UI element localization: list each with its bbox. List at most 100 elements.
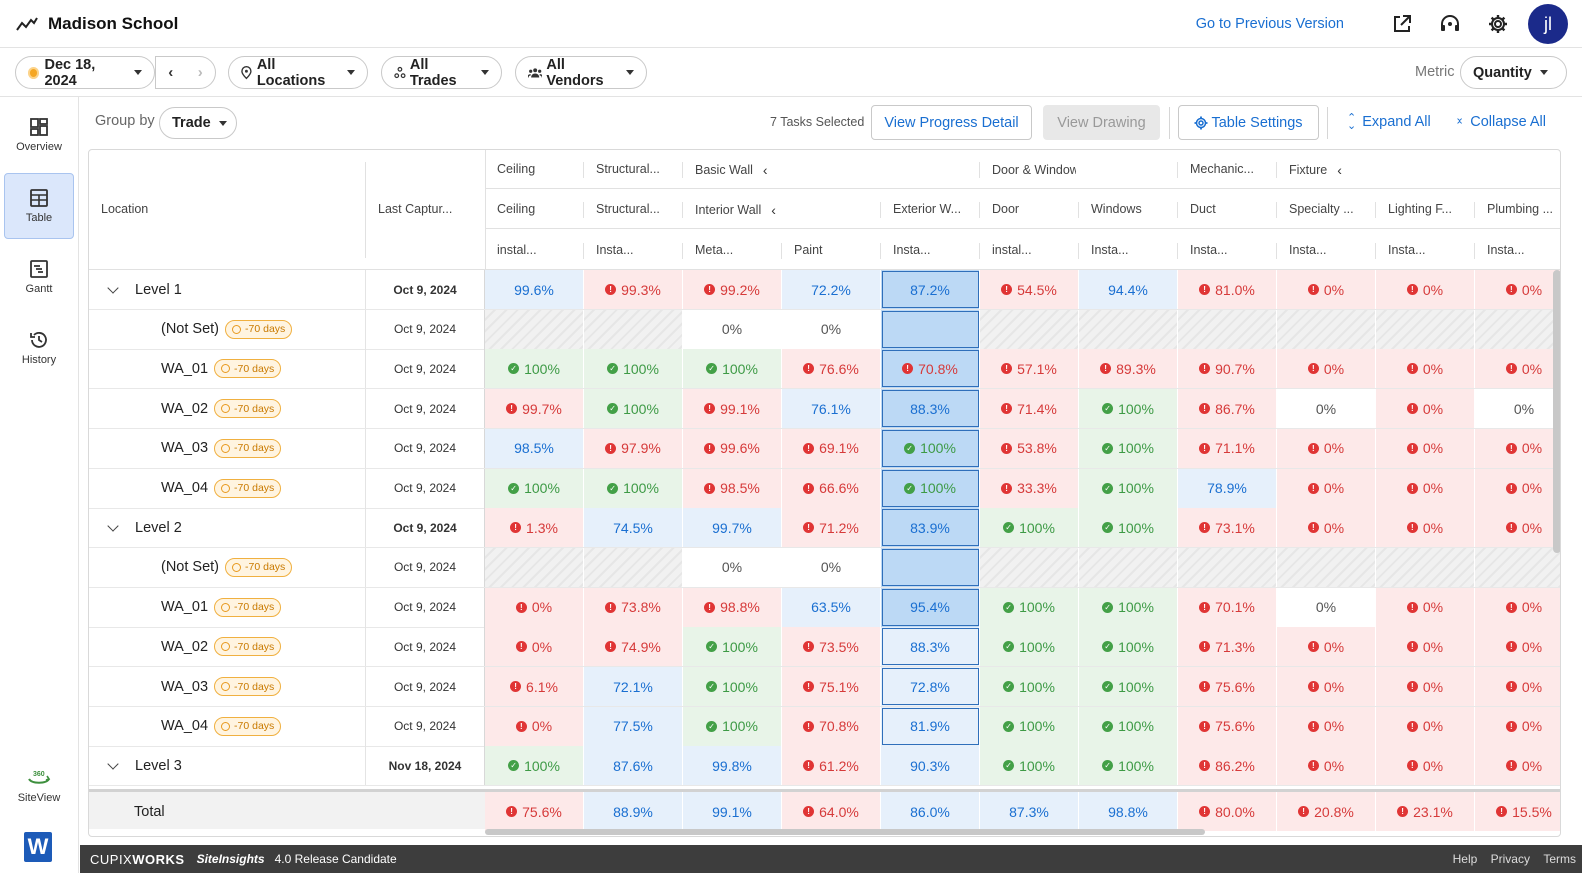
progress-cell[interactable]: ✓ 100% bbox=[980, 667, 1079, 706]
progress-cell[interactable]: 81.9% bbox=[881, 706, 980, 746]
progress-cell[interactable]: ! 0% bbox=[1475, 587, 1560, 627]
progress-cell[interactable]: ! 0% bbox=[1475, 627, 1560, 667]
progress-cell[interactable]: ! 81.0% bbox=[1178, 270, 1277, 309]
progress-cell[interactable]: ✓ 100% bbox=[1079, 667, 1178, 706]
progress-cell[interactable]: 0% bbox=[1277, 389, 1376, 429]
progress-cell[interactable]: ! 0% bbox=[1277, 270, 1376, 309]
progress-cell[interactable]: ! 75.6% bbox=[1178, 667, 1277, 706]
subgroup-header[interactable]: Interior Wall ‹ bbox=[695, 202, 776, 218]
group-row[interactable]: Level 2 Oct 9, 2024! 1.3% 74.5% 99.7%! 71.2% 8… bbox=[89, 508, 1560, 549]
progress-cell[interactable]: ✓ 100% bbox=[1079, 389, 1178, 429]
progress-cell[interactable]: ! 70.8% bbox=[881, 349, 980, 389]
progress-cell[interactable]: ✓ 100% bbox=[1079, 627, 1178, 667]
sidebar-item-table[interactable]: Table bbox=[4, 173, 74, 239]
share-icon[interactable] bbox=[1390, 12, 1414, 36]
task-header[interactable]: Insta... bbox=[1289, 243, 1327, 257]
progress-cell[interactable]: ! 0% bbox=[1376, 270, 1475, 309]
progress-cell[interactable]: 72.1% bbox=[584, 667, 683, 706]
date-picker[interactable]: Dec 18, 2024 bbox=[15, 56, 155, 89]
chevron-left-icon[interactable]: ‹ bbox=[1337, 162, 1342, 178]
progress-cell[interactable]: ! 20.8% bbox=[1277, 792, 1376, 831]
progress-cell[interactable]: 74.5% bbox=[584, 508, 683, 548]
progress-cell[interactable]: ! 15.5% bbox=[1475, 792, 1560, 831]
progress-cell[interactable]: ✓ 100% bbox=[1079, 428, 1178, 468]
progress-cell[interactable]: ✓ 100% bbox=[485, 468, 584, 508]
progress-cell[interactable]: ! 0% bbox=[1376, 746, 1475, 786]
progress-cell[interactable]: 0% bbox=[1475, 389, 1560, 429]
progress-cell[interactable]: ! 99.6% bbox=[683, 428, 782, 468]
view-progress-detail-button[interactable]: View Progress Detail bbox=[871, 105, 1032, 140]
progress-cell[interactable]: ! 0% bbox=[1475, 428, 1560, 468]
progress-cell[interactable]: ! 0% bbox=[1475, 667, 1560, 706]
progress-cell[interactable]: 88.3% bbox=[881, 389, 980, 429]
vendors-filter[interactable]: All Vendors bbox=[515, 56, 647, 89]
progress-cell[interactable]: 88.9% bbox=[584, 792, 683, 831]
table-row[interactable]: WA_01 -70 days Oct 9, 2024! 0%! 73.8%! 98.8% 6… bbox=[89, 587, 1560, 628]
subgroup-header[interactable]: Ceiling bbox=[497, 202, 535, 216]
vertical-scrollbar[interactable] bbox=[1553, 270, 1560, 553]
task-header[interactable]: Insta... bbox=[596, 243, 634, 257]
progress-cell[interactable]: 90.3% bbox=[881, 746, 980, 786]
progress-cell[interactable]: ! 76.6% bbox=[782, 349, 881, 389]
avatar[interactable]: jl bbox=[1528, 4, 1568, 44]
subgroup-header[interactable]: Specialty ... bbox=[1289, 202, 1354, 216]
progress-cell[interactable]: ! 61.2% bbox=[782, 746, 881, 786]
progress-cell[interactable]: ! 99.3% bbox=[584, 270, 683, 309]
task-header[interactable]: Insta... bbox=[1487, 243, 1525, 257]
progress-cell[interactable]: ! 0% bbox=[1277, 706, 1376, 746]
subgroup-header[interactable]: Lighting F... bbox=[1388, 202, 1452, 216]
progress-cell[interactable]: ! 0% bbox=[1475, 508, 1560, 548]
progress-cell[interactable] bbox=[1079, 309, 1178, 349]
progress-cell[interactable]: 63.5% bbox=[782, 587, 881, 627]
progress-cell[interactable]: ! 0% bbox=[1277, 468, 1376, 508]
chevron-down-icon[interactable] bbox=[107, 281, 119, 294]
locations-filter[interactable]: All Locations bbox=[228, 56, 368, 89]
progress-cell[interactable]: ! 0% bbox=[1277, 667, 1376, 706]
progress-cell[interactable]: ! 73.1% bbox=[1178, 508, 1277, 548]
progress-cell[interactable]: ! 86.7% bbox=[1178, 389, 1277, 429]
progress-cell[interactable]: ! 71.2% bbox=[782, 508, 881, 548]
progress-cell[interactable] bbox=[485, 309, 584, 349]
progress-cell[interactable]: ! 69.1% bbox=[782, 428, 881, 468]
progress-cell[interactable]: ! 0% bbox=[1475, 746, 1560, 786]
progress-cell[interactable]: ! 98.5% bbox=[683, 468, 782, 508]
progress-cell[interactable]: ✓ 100% bbox=[584, 468, 683, 508]
progress-cell[interactable]: ! 71.4% bbox=[980, 389, 1079, 429]
progress-cell[interactable]: 99.8% bbox=[683, 746, 782, 786]
progress-cell[interactable] bbox=[1376, 547, 1475, 587]
progress-cell[interactable]: ✓ 100% bbox=[881, 428, 980, 468]
progress-cell[interactable]: ! 80.0% bbox=[1178, 792, 1277, 831]
progress-cell[interactable]: ! 54.5% bbox=[980, 270, 1079, 309]
task-header[interactable]: instal... bbox=[497, 243, 537, 257]
progress-cell[interactable]: ! 99.7% bbox=[485, 389, 584, 429]
progress-cell[interactable]: ! 0% bbox=[1277, 428, 1376, 468]
progress-cell[interactable]: 99.6% bbox=[485, 270, 584, 309]
progress-cell[interactable] bbox=[1277, 547, 1376, 587]
progress-cell[interactable]: ! 0% bbox=[1277, 746, 1376, 786]
progress-cell[interactable]: ✓ 100% bbox=[980, 587, 1079, 627]
progress-cell[interactable]: ! 73.5% bbox=[782, 627, 881, 667]
progress-cell[interactable] bbox=[1079, 547, 1178, 587]
progress-cell[interactable] bbox=[1178, 547, 1277, 587]
progress-cell[interactable]: ! 66.6% bbox=[782, 468, 881, 508]
progress-cell[interactable]: ! 0% bbox=[1376, 389, 1475, 429]
subgroup-header[interactable]: Windows bbox=[1091, 202, 1142, 216]
progress-cell[interactable]: 87.3% bbox=[980, 792, 1079, 831]
subgroup-header[interactable]: Structural... bbox=[596, 202, 660, 216]
progress-cell[interactable]: ! 0% bbox=[1376, 349, 1475, 389]
progress-cell[interactable] bbox=[881, 309, 980, 349]
progress-cell[interactable]: 83.9% bbox=[881, 508, 980, 548]
trades-filter[interactable]: All Trades bbox=[381, 56, 502, 89]
table-row[interactable]: WA_04 -70 days Oct 9, 2024! 0% 77.5% ✓ 100%! 70… bbox=[89, 706, 1560, 747]
progress-cell[interactable]: ! 0% bbox=[1376, 508, 1475, 548]
subgroup-header[interactable]: Door bbox=[992, 202, 1019, 216]
chevron-left-icon[interactable]: ‹ bbox=[763, 162, 768, 178]
support-icon[interactable] bbox=[1438, 12, 1462, 36]
metric-select[interactable]: Quantity bbox=[1460, 56, 1567, 89]
group-header[interactable]: Ceiling bbox=[497, 162, 535, 176]
previous-version-link[interactable]: Go to Previous Version bbox=[1196, 16, 1344, 32]
sidebar-item-gantt[interactable]: Gantt bbox=[4, 244, 74, 310]
progress-cell[interactable] bbox=[1376, 309, 1475, 349]
next-date-icon[interactable]: › bbox=[198, 64, 203, 81]
progress-cell[interactable]: ! 0% bbox=[1475, 468, 1560, 508]
